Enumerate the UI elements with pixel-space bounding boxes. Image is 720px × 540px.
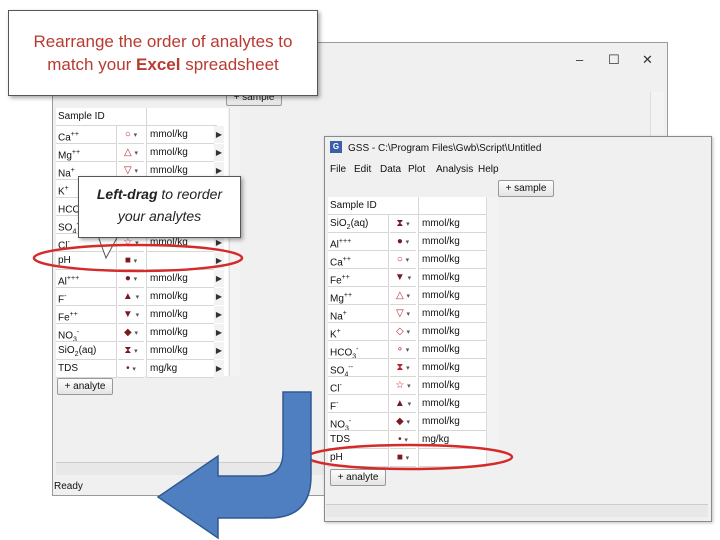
drag-hint-callout: Left-drag to reorder your analytes	[78, 176, 241, 238]
left-drag-label: Left-drag	[96, 186, 158, 202]
annotation-overlay	[32, 235, 514, 540]
drag-hint-line-2: your analytes	[117, 208, 202, 224]
highlight-ellipse-back	[32, 243, 244, 273]
highlight-ellipse-front	[306, 443, 514, 471]
move-arrow-icon	[156, 391, 312, 540]
